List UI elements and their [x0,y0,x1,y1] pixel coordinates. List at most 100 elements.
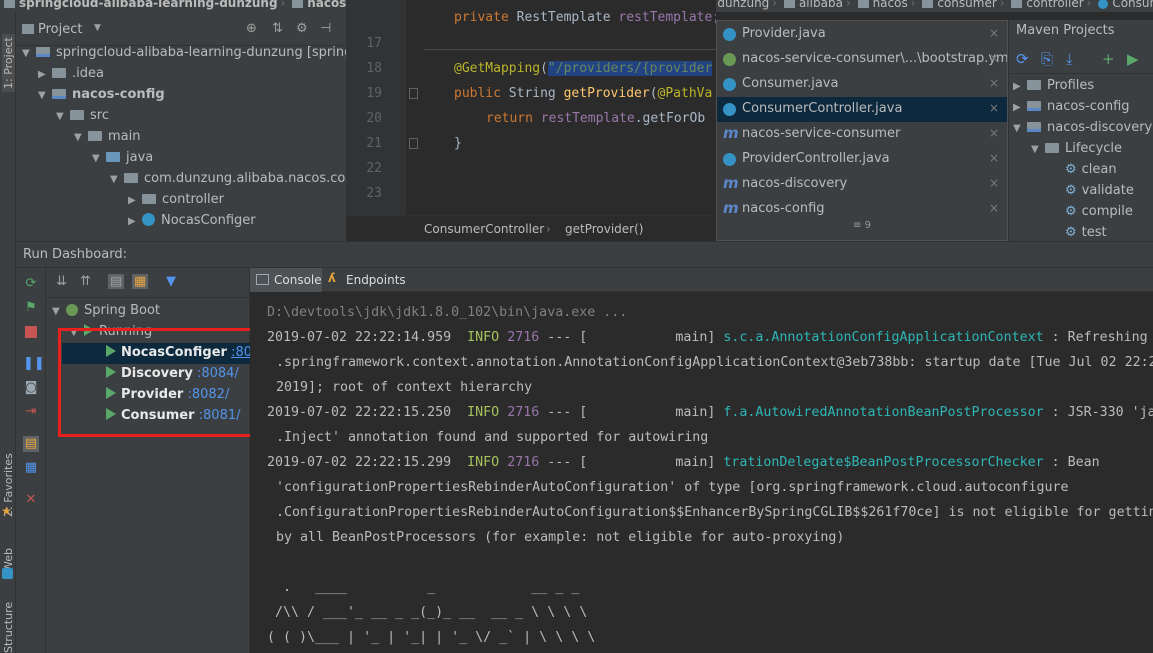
breadcrumb-item[interactable]: controller [1026,0,1083,10]
recent-file-item[interactable]: Provider.java × [717,22,1007,47]
maven-tree-item[interactable]: ▶ Profiles [1013,78,1094,93]
download-icon[interactable]: ⤓ [1066,50,1073,68]
console-log-line: 2019-07-02 22:22:15.299 INFO 2716 --- [ … [267,455,1100,470]
tree-item-src[interactable]: ▼ src [56,108,109,129]
maven-tree-item[interactable]: ▼ Lifecycle [1031,141,1122,156]
layout-icon[interactable]: ▤ [23,436,39,452]
run-group-spring-boot[interactable]: ▼ Spring Boot [52,303,160,318]
tree-item-idea[interactable]: ▶ .idea [38,66,104,87]
expand-arrow-icon[interactable]: ▼ [74,132,84,143]
recent-file-item[interactable]: Consumer.java × [717,72,1007,97]
folder-icon [70,110,84,120]
console-output[interactable]: D:\devtools\jdk\jdk1.8.0_102\bin\java.ex… [250,292,1153,653]
collapsed-arrow-icon[interactable]: ▶ [38,69,48,80]
tree-item-nocasconfiger[interactable]: ▶ NocasConfiger [128,213,256,234]
close-icon[interactable]: × [989,126,999,140]
generate-sources-icon[interactable]: ⎘ [1041,50,1053,68]
restore-layout-icon[interactable]: ▦ [23,460,39,476]
stop-icon[interactable] [23,324,39,340]
close-icon[interactable]: ✕ [23,492,39,508]
add-icon[interactable]: + [1102,50,1115,68]
maven-goal-item[interactable]: ⚙ validate [1065,183,1134,198]
close-icon[interactable]: × [989,51,999,65]
close-icon[interactable]: × [989,201,999,215]
run-icon[interactable]: ▶ [1127,50,1139,68]
expand-arrow-icon[interactable]: ▼ [56,111,66,122]
maven-goal-item[interactable]: ⚙ compile [1065,204,1133,219]
pause-icon[interactable]: ❚❚ [23,356,45,372]
collapsed-arrow-icon[interactable]: ▶ [128,216,138,227]
code-line: private RestTemplate restTemplate; [454,10,716,25]
tree-item-label: NocasConfiger [161,213,256,228]
tree-item-controller[interactable]: ▶ controller [128,192,224,213]
expand-arrow-icon[interactable]: ▼ [92,153,102,164]
expand-arrow-icon[interactable]: ▼ [22,48,32,59]
expand-arrow-icon[interactable]: ▼ [52,306,62,317]
fold-marker-icon[interactable] [409,138,418,149]
breadcrumb-class[interactable]: ConsumerController [424,222,544,236]
hide-icon[interactable]: ⊣ [320,21,331,36]
tree-item-label: src [90,108,109,123]
breadcrumb-item[interactable]: consumer [937,0,996,10]
tree-item-package[interactable]: ▼ com.dunzung.alibaba.nacos.config [110,171,346,192]
tree-item-label: nacos-config [72,87,165,102]
tree-item-main[interactable]: ▼ main [74,129,140,150]
breadcrumb-item[interactable]: alibaba [799,0,843,10]
dropdown-arrow-icon[interactable]: ▼ [94,23,101,33]
exit-icon[interactable]: ⇥ [23,404,39,420]
recent-file-item[interactable]: m nacos-discovery × [717,172,1007,197]
expand-arrow-icon[interactable]: ▼ [110,174,120,185]
gear-icon: ⚙ [1065,162,1077,177]
rerun-debug-icon[interactable]: ⚑ [23,300,39,316]
recent-file-item-selected[interactable]: ConsumerController.java × [717,97,1007,122]
separator-line [424,49,716,50]
maven-goal-item[interactable]: ⚙ clean [1065,162,1117,177]
collapsed-arrow-icon[interactable]: ▶ [128,195,138,206]
collapse-all-icon[interactable]: ⇈ [80,274,91,289]
refresh-icon[interactable]: ⟳ [1016,50,1029,68]
tree-item-java[interactable]: ▼ java [92,150,153,171]
recent-file-item[interactable]: nacos-service-consumer\...\bootstrap.yml… [717,47,1007,72]
breadcrumb-item[interactable]: nacos [873,0,908,10]
breadcrumb-item[interactable]: ConsumerController [1112,0,1153,10]
group-by-config-icon[interactable]: ▦ [132,274,149,289]
recent-file-label: nacos-config [742,201,825,216]
close-icon[interactable]: × [989,176,999,190]
code-editor[interactable]: 17 18 19 20 21 22 23 private RestTemplat… [346,0,716,241]
rerun-icon[interactable]: ⟳ [23,276,39,292]
close-icon[interactable]: × [989,76,999,90]
close-icon[interactable]: × [989,26,999,40]
breadcrumb-method[interactable]: getProvider() [565,222,643,236]
close-icon[interactable]: × [989,151,999,165]
tree-item-nacos-config[interactable]: ▼ nacos-config [38,87,165,108]
collapse-icon[interactable]: ⇅ [272,21,283,36]
tab-console[interactable]: Console [250,268,322,292]
expand-all-icon[interactable]: ⇊ [56,274,67,289]
run-dashboard-tree: ⇊ ⇈ ▤ ▦ ▼ ▼ Spring Boot ▼ Running NocasCon… [46,268,273,653]
recent-file-item[interactable]: m nacos-service-consumer × [717,122,1007,147]
breadcrumb-item[interactable]: springcloud-alibaba-learning-dunzung [19,0,278,10]
recent-file-item[interactable]: m nacos-config × [717,197,1007,222]
maven-module-icon [1027,122,1041,132]
folder-icon [857,0,869,8]
target-icon[interactable]: ⊕ [246,21,257,36]
class-icon [723,28,736,41]
filter-icon[interactable]: ▼ [166,274,176,289]
maven-goal-item[interactable]: ⚙ test [1065,225,1107,240]
fold-marker-icon[interactable] [409,88,418,99]
maven-tree-item[interactable]: ▶ nacos-config [1013,99,1130,114]
camera-icon[interactable]: ◙ [23,380,39,396]
popup-resize-handle[interactable]: ≡ 9 [717,220,1007,231]
code-line: public String getProvider(@PathVa [454,86,713,101]
maven-tree-item[interactable]: ▼ nacos-discovery [1013,120,1152,135]
left-tool-strip: 1: Project 2: Favorites ★ Web Structure [0,12,16,653]
settings-gear-icon[interactable]: ⚙ [296,21,308,36]
tree-item-root[interactable]: ▼ springcloud-alibaba-learning-dunzung [s… [22,45,346,66]
recent-file-item[interactable]: ProviderController.java × [717,147,1007,172]
group-by-type-icon[interactable]: ▤ [108,274,125,289]
expand-arrow-icon[interactable]: ▼ [38,90,48,101]
breadcrumb-item[interactable]: dunzung [717,0,769,10]
class-icon [723,103,736,116]
close-icon[interactable]: × [989,101,999,115]
tab-endpoints[interactable]: ʎ Endpoints [322,268,406,292]
